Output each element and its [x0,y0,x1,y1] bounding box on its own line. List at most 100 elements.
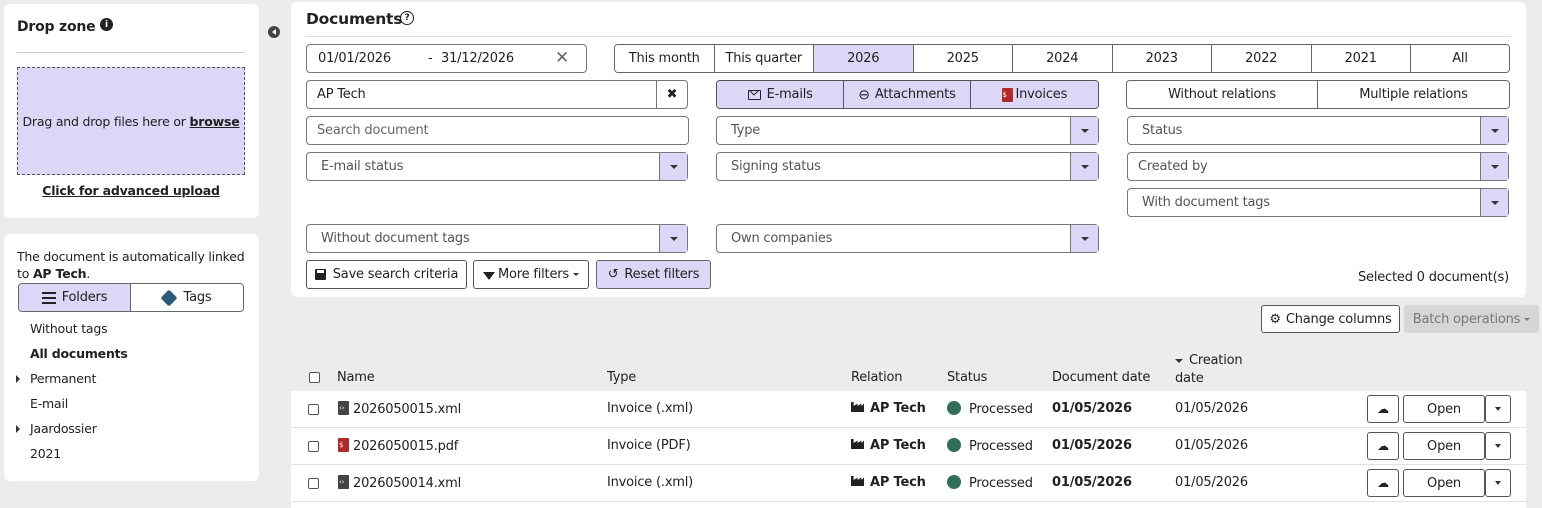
clear-date-icon[interactable]: ✕ [555,48,569,68]
period-this-month[interactable]: This month [615,45,715,72]
table-row[interactable] [291,502,1526,508]
advanced-upload-link[interactable]: Click for advanced upload [17,183,245,198]
folder-item-2021[interactable]: 2021 [30,446,61,461]
period-2023[interactable]: 2023 [1112,45,1212,72]
open-button[interactable]: Open [1403,469,1485,497]
folder-item-all-documents[interactable]: All documents [30,346,128,361]
kind-invoices[interactable]: $ Invoices [970,81,1098,108]
download-button[interactable]: ☁ [1367,469,1399,497]
signing-status-select[interactable]: Signing status [716,152,1099,181]
chevron-down-icon [1495,444,1501,448]
more-filters-button[interactable]: More filters [473,260,589,289]
document-kind-selector: E-mails ⊘ Attachments $ Invoices [716,80,1099,109]
batch-operations-button[interactable]: Batch operations [1404,305,1539,333]
column-header-relation[interactable]: Relation [851,370,903,385]
without-relations-button[interactable]: Without relations [1127,81,1318,108]
column-header-name[interactable]: Name [337,370,375,385]
folder-item-permanent[interactable]: Permanent [30,371,96,386]
pdf-file-icon: $ [338,438,349,452]
dropzone-area[interactable]: Drag and drop files here or browse [17,67,245,175]
own-companies-placeholder: Own companies [731,231,833,246]
company-filter[interactable]: AP Tech ✖ [306,80,688,109]
status-select[interactable]: Status [1127,116,1509,145]
row-name[interactable]: $2026050015.pdf [338,438,458,454]
chevron-down-icon [1495,481,1501,485]
folder-item-jaardossier[interactable]: Jaardossier [30,421,97,436]
select-all-checkbox[interactable] [309,372,320,383]
column-header-type[interactable]: Type [607,370,636,385]
download-button[interactable]: ☁ [1367,395,1399,423]
with-tags-select[interactable]: With document tags [1127,188,1509,217]
row-name-label: 2026050015.xml [353,402,462,417]
folder-item-without-tags[interactable]: Without tags [30,321,108,336]
row-name[interactable]: ‹› 2026050014.xml [338,475,461,491]
collapse-sidebar-icon[interactable] [268,26,280,38]
kind-emails[interactable]: E-mails [717,81,845,108]
row-checkbox[interactable] [308,441,319,452]
search-document-input[interactable]: Search document [306,116,689,145]
row-status-label: Processed [969,402,1033,417]
row-relation[interactable]: AP Tech [851,401,926,416]
date-range-input[interactable]: 01/01/2026 - 31/12/2026 ✕ [306,44,587,73]
row-name-label: 2026050015.pdf [353,439,459,454]
row-checkbox[interactable] [308,404,319,415]
period-2024[interactable]: 2024 [1013,45,1113,72]
chevron-down-icon[interactable] [659,153,687,180]
help-icon[interactable]: ? [400,11,414,25]
created-by-select[interactable]: Created by [1127,152,1509,181]
save-search-button[interactable]: Save search criteria [306,260,467,289]
period-2021[interactable]: 2021 [1311,45,1411,72]
clear-company-icon[interactable]: ✖ [656,81,687,108]
table-row[interactable]: $2026050015.pdf Invoice (PDF) AP Tech Pr… [291,428,1526,465]
chevron-down-icon[interactable] [1070,117,1098,144]
kind-invoices-label: Invoices [1015,87,1068,102]
multiple-relations-button[interactable]: Multiple relations [1318,81,1509,108]
row-checkbox[interactable] [308,478,319,489]
without-tags-select[interactable]: Without document tags [306,224,688,253]
folder-item-email[interactable]: E-mail [30,396,68,411]
browse-link[interactable]: browse [190,114,240,129]
column-header-creation-date[interactable]: Creation date [1175,352,1243,388]
chevron-down-icon[interactable] [1480,117,1508,144]
column-header-status[interactable]: Status [947,370,987,385]
row-name[interactable]: ‹› 2026050015.xml [338,401,461,417]
chevron-right-icon[interactable] [16,375,20,383]
row-menu-button[interactable] [1485,432,1511,460]
chevron-down-icon[interactable] [1070,225,1098,252]
row-menu-button[interactable] [1485,395,1511,423]
info-icon[interactable]: i [100,18,113,31]
chevron-down-icon[interactable] [1480,153,1508,180]
chevron-down-icon[interactable] [1480,189,1508,216]
chevron-down-icon[interactable] [1070,153,1098,180]
period-this-quarter[interactable]: This quarter [714,45,814,72]
open-button[interactable]: Open [1403,432,1485,460]
chevron-right-icon[interactable] [16,425,20,433]
period-2025[interactable]: 2025 [913,45,1013,72]
dropzone-card: Drop zone i Drag and drop files here or … [4,4,259,218]
list-icon [41,291,56,304]
email-status-select[interactable]: E-mail status [306,152,688,181]
row-relation[interactable]: AP Tech [851,475,926,490]
row-menu-button[interactable] [1485,469,1511,497]
factory-icon [851,402,864,412]
type-select[interactable]: Type [716,116,1099,145]
period-2022[interactable]: 2022 [1212,45,1312,72]
tab-tags[interactable]: Tags [131,284,243,311]
change-columns-button[interactable]: ⚙ Change columns [1261,305,1400,333]
row-creation-date: 01/05/2026 [1175,438,1248,453]
own-companies-select[interactable]: Own companies [716,224,1099,253]
column-header-document-date[interactable]: Document date [1052,370,1150,385]
date-from[interactable]: 01/01/2026 [318,51,391,66]
reset-filters-button[interactable]: ↺ Reset filters [596,260,711,289]
tab-folders[interactable]: Folders [19,284,131,311]
period-all[interactable]: All [1411,45,1509,72]
date-to[interactable]: 31/12/2026 [441,51,514,66]
table-row[interactable]: ‹› 2026050015.xml Invoice (.xml) AP Tech … [291,391,1526,428]
table-row[interactable]: ‹› 2026050014.xml Invoice (.xml) AP Tech … [291,465,1526,502]
download-button[interactable]: ☁ [1367,432,1399,460]
period-2026[interactable]: 2026 [814,45,914,72]
row-relation[interactable]: AP Tech [851,438,926,453]
chevron-down-icon[interactable] [659,225,687,252]
kind-attachments[interactable]: ⊘ Attachments [844,81,971,108]
open-button[interactable]: Open [1403,395,1485,423]
